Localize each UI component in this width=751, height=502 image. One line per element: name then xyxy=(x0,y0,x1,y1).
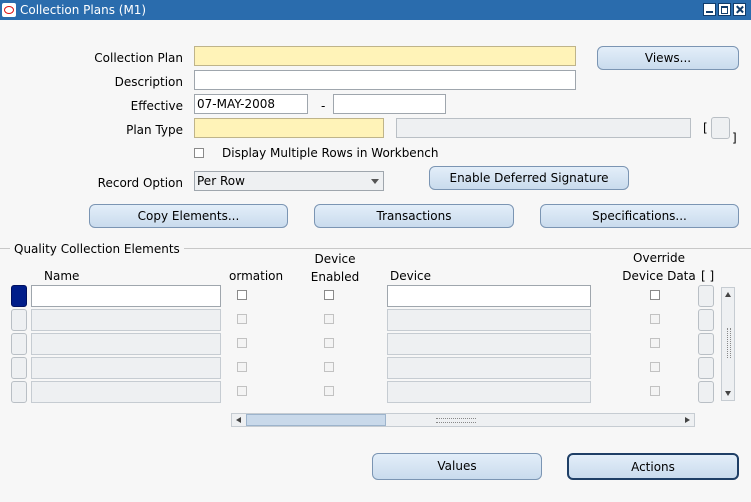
row-flexfield[interactable] xyxy=(698,285,714,307)
override-device-data-checkbox[interactable] xyxy=(650,290,660,300)
bracket-close: ] xyxy=(732,131,737,145)
record-option-label: Record Option xyxy=(97,176,183,190)
row-selector[interactable] xyxy=(11,285,27,307)
scroll-down-icon[interactable] xyxy=(725,391,731,396)
scroll-up-icon[interactable] xyxy=(725,292,731,297)
override-device-data-checkbox[interactable] xyxy=(650,314,660,324)
device-field[interactable] xyxy=(387,333,591,355)
information-checkbox[interactable] xyxy=(237,362,247,372)
row-selector[interactable] xyxy=(11,381,27,403)
device-enabled-checkbox[interactable] xyxy=(324,362,334,372)
override-device-data-checkbox[interactable] xyxy=(650,386,660,396)
device-field[interactable] xyxy=(387,309,591,331)
information-checkbox[interactable] xyxy=(237,290,247,300)
row-flexfield[interactable] xyxy=(698,381,714,403)
row-selector[interactable] xyxy=(11,333,27,355)
enable-deferred-signature-button[interactable]: Enable Deferred Signature xyxy=(429,166,629,190)
effective-from-field[interactable]: 07-MAY-2008 xyxy=(194,94,308,114)
close-icon[interactable] xyxy=(733,3,746,16)
record-option-select[interactable]: Per Row xyxy=(194,171,384,191)
effective-dash: - xyxy=(321,99,326,113)
description-label: Description xyxy=(114,75,183,89)
record-option-value: Per Row xyxy=(197,174,245,188)
plan-type-description-field xyxy=(396,118,691,138)
device-enabled-checkbox[interactable] xyxy=(324,290,334,300)
row-flexfield[interactable] xyxy=(698,357,714,379)
device-field[interactable] xyxy=(387,381,591,403)
maximize-icon[interactable] xyxy=(718,3,731,16)
scroll-thumb[interactable] xyxy=(246,414,386,426)
effective-to-field[interactable] xyxy=(333,94,446,114)
device-enabled-checkbox[interactable] xyxy=(324,338,334,348)
element-name-field[interactable] xyxy=(31,381,221,403)
actions-button[interactable]: Actions xyxy=(567,453,739,480)
column-header-information: ormation xyxy=(229,269,284,283)
column-header-device: Device xyxy=(390,269,432,283)
minimize-icon[interactable] xyxy=(703,3,716,16)
quality-collection-elements-title: Quality Collection Elements xyxy=(10,242,184,256)
element-name-field[interactable] xyxy=(31,309,221,331)
information-checkbox[interactable] xyxy=(237,314,247,324)
plan-type-label: Plan Type xyxy=(126,123,183,137)
row-selector[interactable] xyxy=(11,309,27,331)
column-header-override-1: Override xyxy=(633,251,685,265)
dropdown-arrow-icon xyxy=(371,179,379,184)
scroll-grip-icon xyxy=(436,418,476,423)
scroll-grip-icon xyxy=(727,328,731,358)
oracle-logo-icon xyxy=(2,3,16,17)
horizontal-scrollbar[interactable] xyxy=(231,413,695,427)
display-multiple-rows-checkbox[interactable] xyxy=(194,148,204,158)
descriptive-flexfield[interactable] xyxy=(711,117,730,139)
scroll-right-icon[interactable] xyxy=(685,417,690,423)
views-button[interactable]: Views... xyxy=(597,46,739,70)
element-name-field[interactable] xyxy=(31,285,221,307)
vertical-scrollbar[interactable] xyxy=(721,287,735,401)
values-button[interactable]: Values xyxy=(372,453,542,480)
description-field[interactable] xyxy=(194,70,576,90)
information-checkbox[interactable] xyxy=(237,386,247,396)
collection-plan-field[interactable] xyxy=(194,46,576,66)
column-header-device-enabled-1: Device xyxy=(314,252,356,266)
display-multiple-rows-label: Display Multiple Rows in Workbench xyxy=(222,146,439,160)
copy-elements-button[interactable]: Copy Elements... xyxy=(89,204,288,228)
scroll-left-icon[interactable] xyxy=(236,417,241,423)
device-enabled-checkbox[interactable] xyxy=(324,386,334,396)
information-checkbox[interactable] xyxy=(237,338,247,348)
row-flexfield[interactable] xyxy=(698,309,714,331)
row-selector[interactable] xyxy=(11,357,27,379)
transactions-button[interactable]: Transactions xyxy=(314,204,514,228)
device-field[interactable] xyxy=(387,285,591,307)
override-device-data-checkbox[interactable] xyxy=(650,362,660,372)
plan-type-field[interactable] xyxy=(194,118,384,138)
column-header-name: Name xyxy=(44,269,80,283)
specifications-button[interactable]: Specifications... xyxy=(540,204,739,228)
device-field[interactable] xyxy=(387,357,591,379)
column-header-bracket: [ ] xyxy=(701,269,715,283)
window-titlebar: Collection Plans (M1) xyxy=(0,0,751,20)
device-enabled-checkbox[interactable] xyxy=(324,314,334,324)
bracket-open: [ xyxy=(703,121,708,135)
row-flexfield[interactable] xyxy=(698,333,714,355)
effective-label: Effective xyxy=(130,99,183,113)
override-device-data-checkbox[interactable] xyxy=(650,338,660,348)
column-header-override-2: Device Data xyxy=(622,269,696,283)
element-name-field[interactable] xyxy=(31,333,221,355)
column-header-device-enabled-2: Enabled xyxy=(310,270,360,284)
window-title: Collection Plans (M1) xyxy=(20,3,147,17)
element-name-field[interactable] xyxy=(31,357,221,379)
collection-plan-label: Collection Plan xyxy=(94,51,183,65)
